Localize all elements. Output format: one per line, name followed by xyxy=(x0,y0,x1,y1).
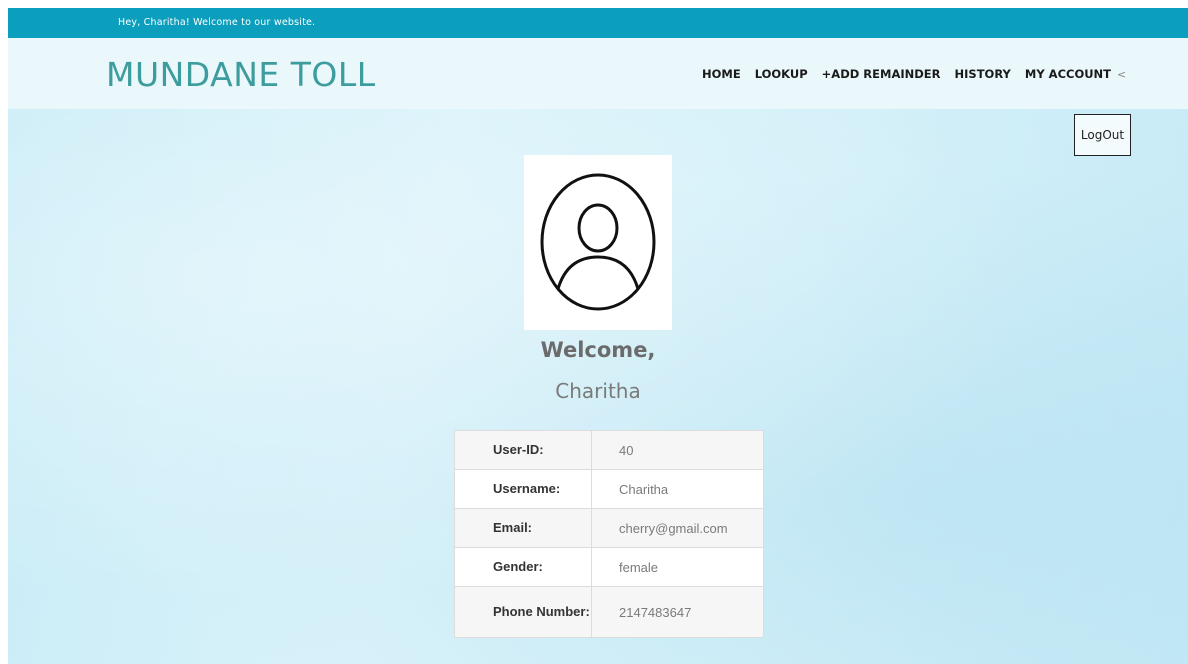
logout-button[interactable]: LogOut xyxy=(1074,114,1131,156)
user-id-label: User-ID: xyxy=(454,430,592,470)
nav-add-reminder[interactable]: +ADD REMAINDER xyxy=(822,67,941,81)
main-nav: HOME LOOKUP +ADD REMAINDER HISTORY MY AC… xyxy=(702,67,1126,81)
username-label: Username: xyxy=(454,469,592,509)
gender-label: Gender: xyxy=(454,547,592,587)
profile-table: User-ID: 40 Username: Charitha Email: ch… xyxy=(454,430,764,638)
username-value: Charitha xyxy=(591,469,764,509)
nav-my-account[interactable]: MY ACCOUNT xyxy=(1025,67,1111,81)
table-row: Username: Charitha xyxy=(454,469,764,509)
email-label: Email: xyxy=(454,508,592,548)
table-row: User-ID: 40 xyxy=(454,430,764,470)
page-frame: Hey, Charitha! Welcome to our website. M… xyxy=(8,8,1188,664)
main-content: LogOut Welcome, Charitha User-ID: 40 Use… xyxy=(8,109,1188,664)
email-value: cherry@gmail.com xyxy=(591,508,764,548)
table-row: Gender: female xyxy=(454,547,764,587)
avatar xyxy=(524,155,672,330)
nav-home[interactable]: HOME xyxy=(702,67,741,81)
greeting-text: Hey, Charitha! Welcome to our website. xyxy=(118,17,316,28)
site-logo[interactable]: MUNDANE TOLL xyxy=(106,55,376,95)
gender-value: female xyxy=(591,547,764,587)
user-id-value: 40 xyxy=(591,430,764,470)
user-circle-icon xyxy=(540,173,656,311)
header: MUNDANE TOLL HOME LOOKUP +ADD REMAINDER … xyxy=(8,38,1188,109)
table-row: Phone Number: 2147483647 xyxy=(454,586,764,638)
chevron-left-icon[interactable]: < xyxy=(1117,68,1126,81)
table-row: Email: cherry@gmail.com xyxy=(454,508,764,548)
phone-number-label: Phone Number: xyxy=(454,586,592,638)
welcome-name: Charitha xyxy=(555,379,641,403)
top-bar: Hey, Charitha! Welcome to our website. xyxy=(8,8,1188,38)
phone-number-value: 2147483647 xyxy=(591,586,764,638)
nav-lookup[interactable]: LOOKUP xyxy=(755,67,808,81)
nav-history[interactable]: HISTORY xyxy=(955,67,1011,81)
welcome-title: Welcome, xyxy=(540,338,656,362)
